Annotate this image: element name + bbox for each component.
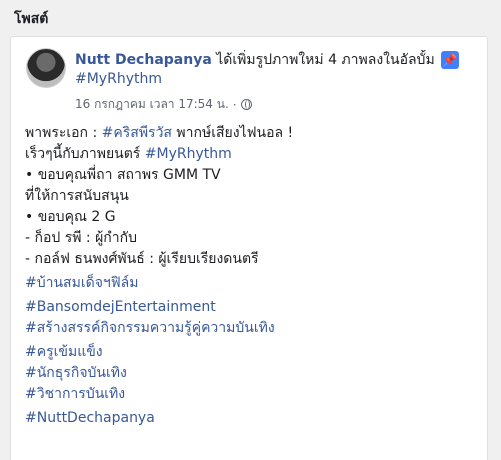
post-body: พาพระเอก : #คริสพีรวัส พากษ์เสียงไฟนอล !… [25,123,480,429]
body-line-3: • ขอบคุณพี่ถา สถาพร GMM TV [25,167,221,183]
hashtag-link[interactable]: #บ้านสมเด็จฯฟิล์ม [25,273,480,294]
body-line-5: • ขอบคุณ 2 G [25,209,116,225]
body-text: พากษ์เสียงไฟนอล ! [171,125,294,141]
album-link[interactable]: #MyRhythm [75,71,162,87]
hashtag-link[interactable]: #วิชาการบันเทิง [25,384,480,405]
hashtag-link[interactable]: #ครูเข้มแข็ง [25,342,480,363]
body-text: เร็วๆนี้กับภาพยนตร์ [25,146,145,162]
post-action-text: ได้เพิ่มรูปภาพใหม่ 4 ภาพลงในอัลบั้ม [211,52,435,68]
post-meta: 16 กรกฎาคม เวลา 17:54 น. · [75,95,252,114]
pin-icon[interactable]: 📌 [441,51,459,69]
meta-separator: · [232,97,237,112]
hashtag-link[interactable]: #นักธุรกิจบันเทิง [25,363,480,384]
hashtag-link[interactable]: #BansomdejEntertainment [25,297,480,318]
hashtag-link[interactable]: #NuttDechapanya [25,408,480,429]
body-line-6: - ก็อป รพี : ผู้กำกับ [25,230,137,246]
hashtag-link[interactable]: #สร้างสรรค์กิจกรรมความรู้คู่ความบันเทิง [25,318,480,339]
body-line-2: เร็วๆนี้กับภาพยนตร์ #MyRhythm [25,144,480,165]
post-card: Nutt Dechapanya ได้เพิ่มรูปภาพใหม่ 4 ภาพ… [10,36,488,460]
globe-icon[interactable] [240,99,252,110]
body-line-1: พาพระเอก : #คริสพีรวัส พากษ์เสียงไฟนอล ! [25,123,480,144]
author-name[interactable]: Nutt Dechapanya [75,52,212,68]
hashtag-link[interactable]: #MyRhythm [145,146,232,162]
body-line-4: ที่ให้การสนับสนุน [25,188,129,204]
section-title: โพสต์ [14,11,49,27]
hashtag-link[interactable]: #คริสพีรวัส [102,125,172,141]
body-line-7: - กอล์ฟ ธนพงศ์พันธ์ : ผู้เรียบเรียงดนตรี [25,251,259,267]
author-avatar[interactable] [26,48,66,88]
post-header: Nutt Dechapanya ได้เพิ่มรูปภาพใหม่ 4 ภาพ… [75,50,455,70]
post-timestamp[interactable]: 16 กรกฎาคม เวลา 17:54 น. [75,95,229,114]
body-text: พาพระเอก : [25,125,102,141]
